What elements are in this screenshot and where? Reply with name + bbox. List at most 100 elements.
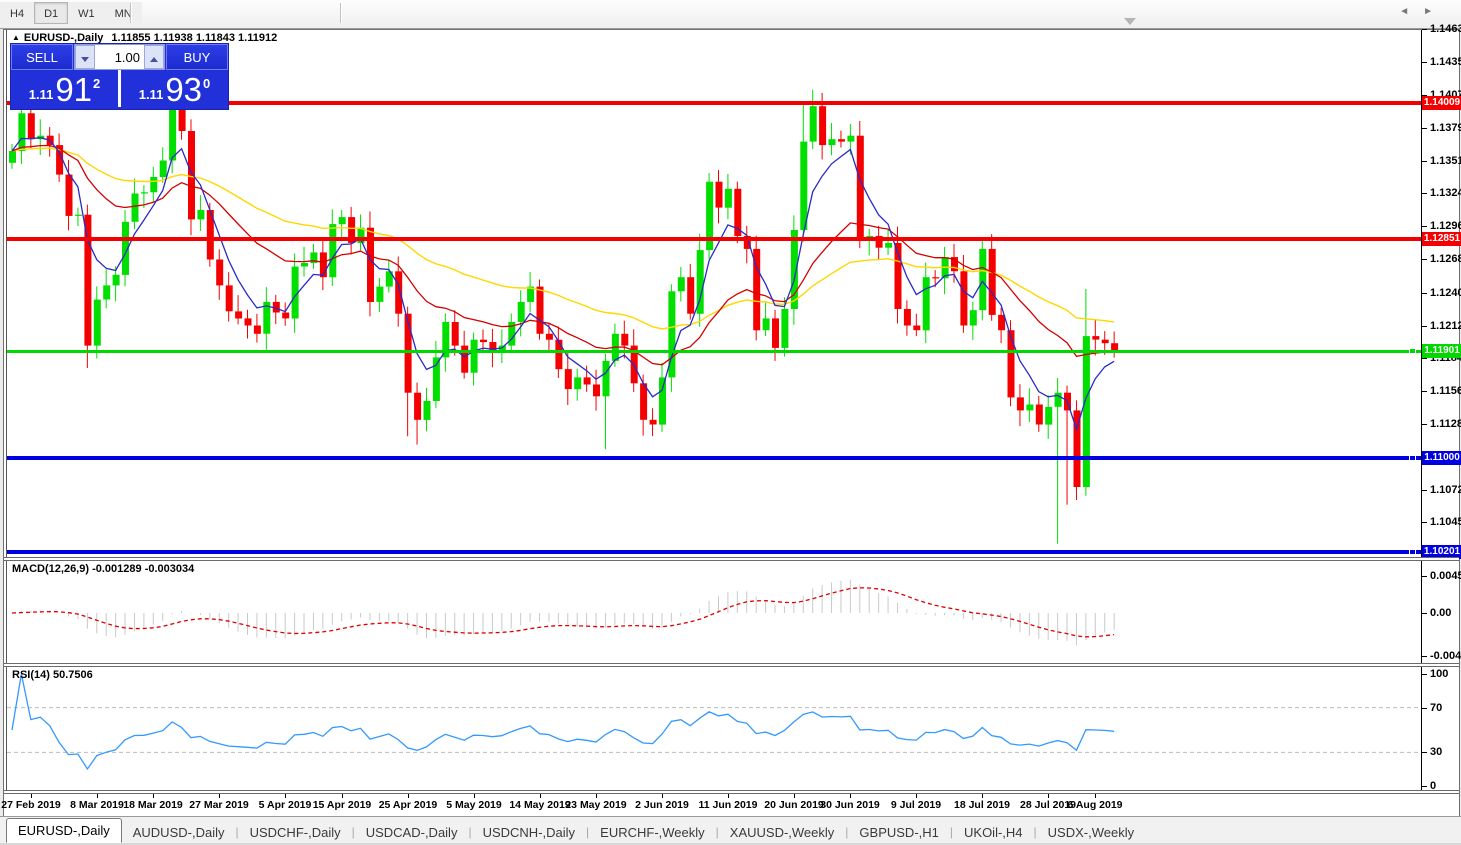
date-tick-label: 6 Aug 2019 bbox=[1067, 799, 1122, 811]
main-macd-divider[interactable] bbox=[4, 557, 1459, 561]
date-tick bbox=[794, 794, 795, 798]
moving-averages bbox=[12, 138, 1114, 430]
date-tick bbox=[728, 794, 729, 798]
date-tick-label: 5 Apr 2019 bbox=[259, 799, 312, 811]
date-tick bbox=[982, 794, 983, 798]
date-tick bbox=[97, 794, 98, 798]
line-handle[interactable] bbox=[1409, 348, 1416, 354]
macd-rsi-divider[interactable] bbox=[4, 663, 1459, 667]
chart-tab-bar: EURUSD-,DailyAUDUSD-,Daily|USDCHF-,Daily… bbox=[0, 816, 1461, 844]
mt4-terminal: H4D1W1MN ▲EURUSD-,Daily1.11855 1.11938 1… bbox=[0, 0, 1461, 845]
date-tick bbox=[850, 794, 851, 798]
rsi-label: RSI(14) 50.7506 bbox=[12, 669, 93, 681]
sell-price-digits: 91 bbox=[55, 75, 92, 105]
date-tick-label: 27 Mar 2019 bbox=[189, 799, 249, 811]
chart-tab-audusd-daily[interactable]: AUDUSD-,Daily bbox=[122, 822, 236, 843]
price-label-1.14009: 1.14009 bbox=[1422, 96, 1461, 110]
timeframe-button-mn[interactable]: MN bbox=[105, 2, 142, 24]
date-tick-label: 27 Feb 2019 bbox=[1, 799, 61, 811]
date-axis[interactable]: 27 Feb 2019 8 Mar 201918 Mar 2019 27 Mar 2… bbox=[4, 794, 1459, 814]
date-tick bbox=[342, 794, 343, 798]
toolbar-separator bbox=[130, 3, 131, 23]
volume-input[interactable] bbox=[95, 45, 144, 69]
date-tick-label: 14 May 2019 bbox=[509, 799, 570, 811]
chart-tab-usdcad-daily[interactable]: USDCAD-,Daily bbox=[355, 822, 469, 843]
chevron-down-icon bbox=[81, 57, 89, 62]
horizontal-line-1.11000[interactable] bbox=[7, 456, 1421, 460]
timeframe-button-h4[interactable]: H4 bbox=[0, 2, 34, 24]
volume-stepper bbox=[74, 44, 165, 70]
chart-window: ▲EURUSD-,Daily1.11855 1.11938 1.11843 1.… bbox=[3, 29, 1460, 817]
chart-tab-gbpusd-h1[interactable]: GBPUSD-,H1 bbox=[848, 822, 949, 843]
date-tick bbox=[219, 794, 220, 798]
sell-price-prefix: 1.11 bbox=[29, 87, 54, 102]
buy-price[interactable]: 1.11930 bbox=[121, 70, 228, 107]
tab-scroll-arrows[interactable]: ◄► bbox=[1399, 6, 1447, 17]
date-tick-label: 18 Mar 2019 bbox=[123, 799, 183, 811]
date-tick-label: 5 May 2019 bbox=[446, 799, 501, 811]
date-tick-label: 30 Jun 2019 bbox=[820, 799, 880, 811]
date-tick bbox=[540, 794, 541, 798]
price-label-1.11901: 1.11901 bbox=[1422, 344, 1461, 358]
date-tick bbox=[662, 794, 663, 798]
macd-histogram bbox=[12, 580, 1114, 646]
date-tick-label: 15 Apr 2019 bbox=[313, 799, 372, 811]
buy-button[interactable]: BUY bbox=[166, 44, 228, 70]
chart-tab-xauusd-weekly[interactable]: XAUUSD-,Weekly bbox=[719, 822, 846, 843]
rsi-line bbox=[12, 674, 1114, 769]
chart-tab-ukoil-h4[interactable]: UKOil-,H4 bbox=[953, 822, 1034, 843]
sell-price[interactable]: 1.11912 bbox=[11, 70, 118, 107]
timeframe-button-d1[interactable]: D1 bbox=[34, 2, 68, 24]
date-tick bbox=[153, 794, 154, 798]
chart-tab-usdx-weekly[interactable]: USDX-,Weekly bbox=[1037, 822, 1145, 843]
volume-decrease-button[interactable] bbox=[75, 45, 95, 69]
date-tick bbox=[408, 794, 409, 798]
date-tick-label: 11 Jun 2019 bbox=[699, 799, 758, 811]
date-tick-label: 18 Jul 2019 bbox=[954, 799, 1010, 811]
volume-increase-button[interactable] bbox=[144, 45, 164, 69]
price-label-1.11000: 1.11000 bbox=[1422, 451, 1461, 465]
scroll-to-end-icon[interactable] bbox=[1124, 18, 1136, 25]
candles bbox=[9, 47, 1118, 543]
horizontal-line-1.12851[interactable] bbox=[7, 237, 1421, 241]
date-tick-label: 20 Jun 2019 bbox=[764, 799, 824, 811]
collapse-icon[interactable]: ▲ bbox=[12, 33, 20, 42]
date-tick bbox=[596, 794, 597, 798]
date-tick-label: 2 Jun 2019 bbox=[635, 799, 689, 811]
tab-scroll-left-icon[interactable]: ◄ bbox=[1399, 6, 1423, 17]
timeframe-button-w1[interactable]: W1 bbox=[68, 2, 105, 24]
chart-tab-usdchf-daily[interactable]: USDCHF-,Daily bbox=[239, 822, 352, 843]
macd-label: MACD(12,26,9) -0.001289 -0.003034 bbox=[12, 563, 194, 575]
rsi-panel-series bbox=[7, 674, 1421, 769]
buy-price-pipette: 0 bbox=[203, 76, 210, 91]
date-tick bbox=[474, 794, 475, 798]
chart-tab-usdcnh-daily[interactable]: USDCNH-,Daily bbox=[472, 822, 586, 843]
horizontal-line-1.10201[interactable] bbox=[7, 550, 1421, 554]
date-tick-label: 25 Apr 2019 bbox=[379, 799, 438, 811]
date-tick-label: 23 May 2019 bbox=[565, 799, 626, 811]
main-chart-canvas[interactable] bbox=[4, 30, 1459, 792]
macd-signal-line bbox=[12, 588, 1114, 637]
date-tick-label: 9 Jul 2019 bbox=[891, 799, 941, 811]
date-tick bbox=[31, 794, 32, 798]
price-label-1.12851: 1.12851 bbox=[1422, 232, 1461, 246]
one-click-trading-panel: SELL BUY 1.11912 1.11930 bbox=[10, 43, 229, 110]
line-handle[interactable] bbox=[1409, 549, 1416, 555]
horizontal-line-1.11901[interactable] bbox=[7, 350, 1421, 353]
chevron-up-icon bbox=[150, 57, 158, 62]
date-tick bbox=[916, 794, 917, 798]
date-tick bbox=[1095, 794, 1096, 798]
line-handle[interactable] bbox=[1409, 455, 1416, 461]
chart-tab-eurusd-daily[interactable]: EURUSD-,Daily bbox=[6, 818, 122, 843]
sell-price-pipette: 2 bbox=[93, 76, 100, 91]
sell-button[interactable]: SELL bbox=[11, 44, 73, 70]
date-tick bbox=[285, 794, 286, 798]
timeframe-toolbar: H4D1W1MN bbox=[0, 0, 1461, 29]
chart-tab-eurchf-weekly[interactable]: EURCHF-,Weekly bbox=[589, 822, 716, 843]
buy-price-prefix: 1.11 bbox=[139, 87, 164, 102]
date-tick bbox=[1048, 794, 1049, 798]
buy-price-digits: 93 bbox=[165, 75, 202, 105]
toolbar-separator bbox=[340, 3, 341, 23]
tab-scroll-right-icon[interactable]: ► bbox=[1423, 6, 1447, 17]
date-tick-label: 8 Mar 2019 bbox=[70, 799, 124, 811]
